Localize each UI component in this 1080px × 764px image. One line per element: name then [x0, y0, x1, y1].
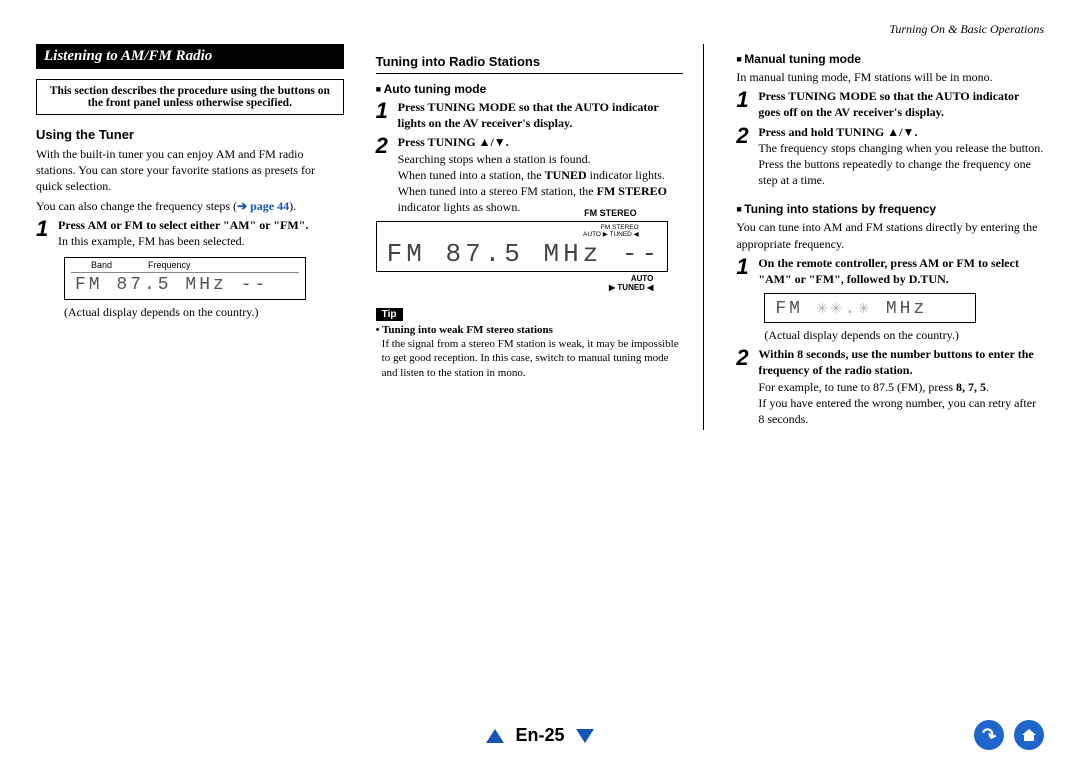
step-number: 2 [376, 134, 398, 157]
tuner-intro-paragraph: With the built-in tuner you can enjoy AM… [36, 146, 344, 195]
page-number: En-25 [515, 725, 564, 745]
subheading-by-frequency: Tuning into stations by frequency [736, 202, 1044, 216]
step-1-lead: Press AM or FM to select either "AM" or … [58, 218, 308, 232]
step-1: 1 Press AM or FM to select either "AM" o… [36, 217, 344, 249]
auto-callout: AUTO [631, 274, 654, 283]
manual-s2-body2: Press the buttons repeatedly to change t… [758, 157, 1031, 187]
manual-s1-lead: Press TUNING MODE so that the AUTO indic… [758, 89, 1019, 119]
display-inner-fmstereo: FM STEREO [377, 224, 639, 231]
undo-icon: ↶ [978, 723, 999, 748]
display-3-readout: FM ✳✳.✳ MHz [765, 294, 975, 322]
step-number: 2 [736, 346, 758, 369]
receiver-display-3: FM ✳✳.✳ MHz [764, 293, 976, 323]
tip-badge: Tip [376, 308, 403, 321]
footer-nav-icons: ↶ [974, 720, 1044, 750]
auto-step2-lead: Press TUNING ▲/▼. [398, 135, 509, 149]
receiver-display-2: FM STEREO FM STEREO AUTO ▶ TUNED ◀ FM 87… [376, 221, 668, 271]
receiver-display-1: Band Frequency FM 87.5 MHz -- [64, 257, 306, 300]
heading-tuning-stations: Tuning into Radio Stations [376, 54, 684, 69]
page-44-link[interactable]: page 44 [250, 199, 289, 213]
step-number: 1 [376, 99, 398, 122]
breadcrumb: Turning On & Basic Operations [889, 22, 1044, 37]
home-icon [1022, 729, 1036, 741]
tuned-callout: ▶ TUNED ◀ [609, 283, 653, 292]
auto-step-1: 1 Press TUNING MODE so that the AUTO ind… [376, 99, 684, 131]
step-number: 1 [36, 217, 58, 240]
section-banner: Listening to AM/FM Radio [36, 44, 344, 69]
manual-s2-lead: Press and hold TUNING ▲/▼. [758, 125, 917, 139]
manual-intro: In manual tuning mode, FM stations will … [736, 69, 1044, 85]
step-number: 1 [736, 88, 758, 111]
display-readout: FM 87.5 MHz -- [65, 273, 305, 299]
display-note: (Actual display depends on the country.) [64, 304, 344, 320]
manual-step-1: 1 Press TUNING MODE so that the AUTO ind… [736, 88, 1044, 120]
next-page-icon[interactable] [576, 729, 594, 743]
byfreq-step-1: 1 On the remote controller, press AM or … [736, 255, 1044, 287]
byfreq-step-2: 2 Within 8 seconds, use the number butto… [736, 346, 1044, 427]
display-2-readout: FM 87.5 MHz -- [377, 239, 667, 271]
step-number: 1 [736, 255, 758, 278]
subheading-auto: Auto tuning mode [376, 82, 684, 96]
byfreq-s2-body2: If you have entered the wrong number, yo… [758, 396, 1036, 426]
display-inner-auto-tuned: AUTO ▶ TUNED ◀ [377, 231, 639, 238]
intro-note-box: This section describes the procedure usi… [36, 79, 344, 115]
subheading-manual: Manual tuning mode [736, 52, 1044, 66]
byfreq-s1-lead: On the remote controller, press AM or FM… [758, 256, 1019, 286]
auto-step-2: 2 Press TUNING ▲/▼. Searching stops when… [376, 134, 684, 215]
auto-step2-body1: Searching stops when a station is found. [398, 152, 591, 166]
byfreq-intro: You can tune into AM and FM stations dir… [736, 219, 1044, 251]
column-2: Tuning into Radio Stations Auto tuning m… [376, 44, 705, 430]
freq-steps-paragraph: You can also change the frequency steps … [36, 198, 344, 214]
page-footer: En-25 [0, 725, 1080, 746]
tip-body: If the signal from a stereo FM station i… [382, 337, 684, 382]
tip-title: • Tuning into weak FM stereo stations [376, 324, 684, 336]
display-3-note: (Actual display depends on the country.) [764, 327, 1044, 343]
prev-page-icon[interactable] [486, 729, 504, 743]
fm-stereo-callout: FM STEREO [584, 208, 637, 218]
back-button[interactable]: ↶ [974, 720, 1004, 750]
byfreq-s2-lead: Within 8 seconds, use the number buttons… [758, 347, 1033, 377]
manual-step-2: 2 Press and hold TUNING ▲/▼. The frequen… [736, 124, 1044, 189]
column-3: Manual tuning mode In manual tuning mode… [736, 44, 1044, 430]
column-1: Listening to AM/FM Radio This section de… [36, 44, 344, 430]
step-1-body: In this example, FM has been selected. [58, 234, 245, 248]
arrow-icon: ➔ [237, 199, 247, 213]
label-frequency: Frequency [148, 260, 191, 270]
manual-s2-body1: The frequency stops changing when you re… [758, 141, 1043, 155]
receiver-display-2-wrap: FM STEREO FM STEREO AUTO ▶ TUNED ◀ FM 87… [376, 221, 684, 291]
flashing-digits: ✳✳.✳ [817, 297, 872, 319]
label-band: Band [91, 260, 112, 270]
home-button[interactable] [1014, 720, 1044, 750]
step-number: 2 [736, 124, 758, 147]
auto-step1-lead: Press TUNING MODE so that the AUTO indic… [398, 100, 659, 130]
page-columns: Listening to AM/FM Radio This section de… [36, 44, 1044, 430]
heading-using-tuner: Using the Tuner [36, 127, 344, 142]
